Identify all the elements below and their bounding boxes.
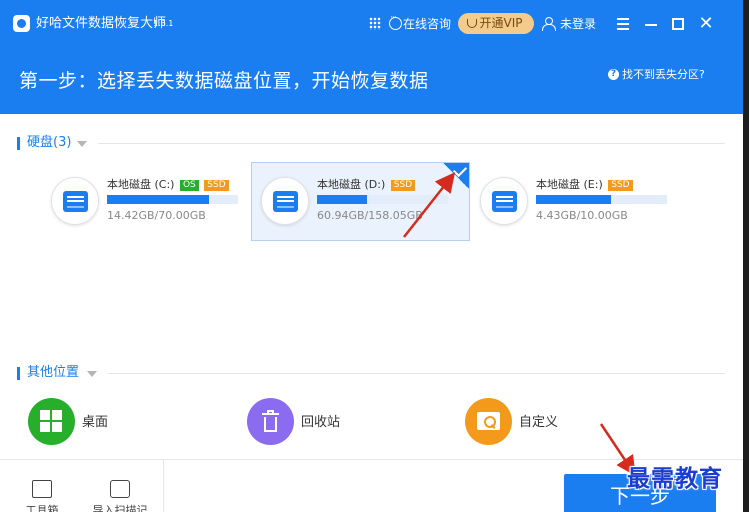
chevron-down-icon[interactable] <box>87 371 97 377</box>
disk-card-d[interactable]: 本地磁盘 (D:) SSD 60.94GB/158.05GB <box>251 162 470 241</box>
disk-usage-fill <box>317 195 367 204</box>
hard-drive-icon <box>261 177 309 225</box>
disk-card-c[interactable]: 本地磁盘 (C:) OS SSD 14.42GB/70.00GB <box>31 162 250 241</box>
disk-usage-bar <box>317 195 448 204</box>
ssd-badge: SSD <box>390 180 416 191</box>
app-window: 好哈文件数据恢复大师 1.6.1 在线咨询 开通VIP 未登录 ✕ 第一步：选择… <box>0 0 743 512</box>
bottom-divider <box>0 459 743 460</box>
watermark: 最需教育 <box>627 465 723 492</box>
bottom-vertical-divider <box>163 460 164 512</box>
other-section-title: 其他位置 <box>27 365 80 380</box>
vip-button-label: 开通VIP <box>479 16 523 30</box>
disk-usage-fill <box>107 195 210 204</box>
section-divider <box>98 143 725 144</box>
section-divider <box>108 373 725 374</box>
disk-usage-fill <box>536 195 611 204</box>
ssd-badge: SSD <box>608 180 633 191</box>
disk-name: 本地磁盘 (E:) SSD <box>536 177 633 192</box>
online-consult-link[interactable]: 在线咨询 <box>403 16 451 32</box>
menu-icon[interactable] <box>612 12 634 36</box>
folder-search-icon <box>465 398 512 445</box>
close-icon[interactable]: ✕ <box>695 12 717 36</box>
import-scan-button[interactable]: 导入扫描记录 <box>90 480 150 512</box>
import-scan-label: 导入扫描记录 <box>92 504 148 512</box>
windows-icon <box>28 398 75 445</box>
disk-card-e[interactable]: 本地磁盘 (E:) SSD 4.43GB/10.00GB <box>459 162 678 241</box>
user-icon[interactable] <box>542 17 556 31</box>
location-custom[interactable]: 自定义 <box>465 398 585 446</box>
disk-name: 本地磁盘 (C:) OS SSD <box>107 177 229 192</box>
grid-icon[interactable] <box>369 17 381 30</box>
toolbox-button[interactable]: 工具箱 <box>12 480 72 512</box>
location-label: 桌面 <box>82 415 109 430</box>
location-recycle-bin[interactable]: 回收站 <box>247 398 367 446</box>
vip-button[interactable]: 开通VIP <box>458 13 534 34</box>
import-icon <box>110 480 130 498</box>
disk-usage-bar <box>107 195 238 204</box>
app-version: 1.6.1 <box>153 19 174 28</box>
disk-size: 4.43GB/10.00GB <box>536 209 628 222</box>
os-badge: OS <box>179 180 199 191</box>
disk-size: 60.94GB/158.05GB <box>317 209 423 222</box>
disk-size: 14.42GB/70.00GB <box>107 209 206 222</box>
title-bar: 好哈文件数据恢复大师 1.6.1 在线咨询 开通VIP 未登录 ✕ <box>0 0 743 48</box>
maximize-icon[interactable] <box>667 12 689 36</box>
app-logo-icon <box>13 15 30 32</box>
disks-section-title: 硬盘(3) <box>27 135 72 150</box>
toolbox-label: 工具箱 <box>25 504 59 512</box>
login-status[interactable]: 未登录 <box>560 16 596 32</box>
step-title: 第一步：选择丢失数据磁盘位置，开始恢复数据 <box>19 70 429 92</box>
ssd-badge: SSD <box>204 180 229 191</box>
trash-icon <box>247 398 294 445</box>
diamond-icon <box>467 19 477 28</box>
disk-name: 本地磁盘 (D:) SSD <box>317 177 416 192</box>
location-label: 回收站 <box>301 415 341 430</box>
location-desktop[interactable]: 桌面 <box>28 398 148 446</box>
help-icon[interactable]: ? <box>608 69 619 80</box>
disk-usage-bar <box>536 195 667 204</box>
location-label: 自定义 <box>519 415 559 430</box>
window-edge <box>743 0 749 512</box>
toolbox-icon <box>32 480 52 498</box>
chevron-down-icon[interactable] <box>77 141 87 147</box>
section-marker <box>17 137 20 150</box>
hard-drive-icon <box>480 177 528 225</box>
app-title: 好哈文件数据恢复大师 <box>36 16 167 31</box>
missing-partition-link[interactable]: 找不到丢失分区? <box>622 67 705 82</box>
chat-icon[interactable] <box>389 13 402 30</box>
section-marker <box>17 367 20 380</box>
step-header: 第一步：选择丢失数据磁盘位置，开始恢复数据 ? 找不到丢失分区? <box>0 48 743 114</box>
minimize-icon[interactable] <box>640 12 662 36</box>
hard-drive-icon <box>51 177 99 225</box>
